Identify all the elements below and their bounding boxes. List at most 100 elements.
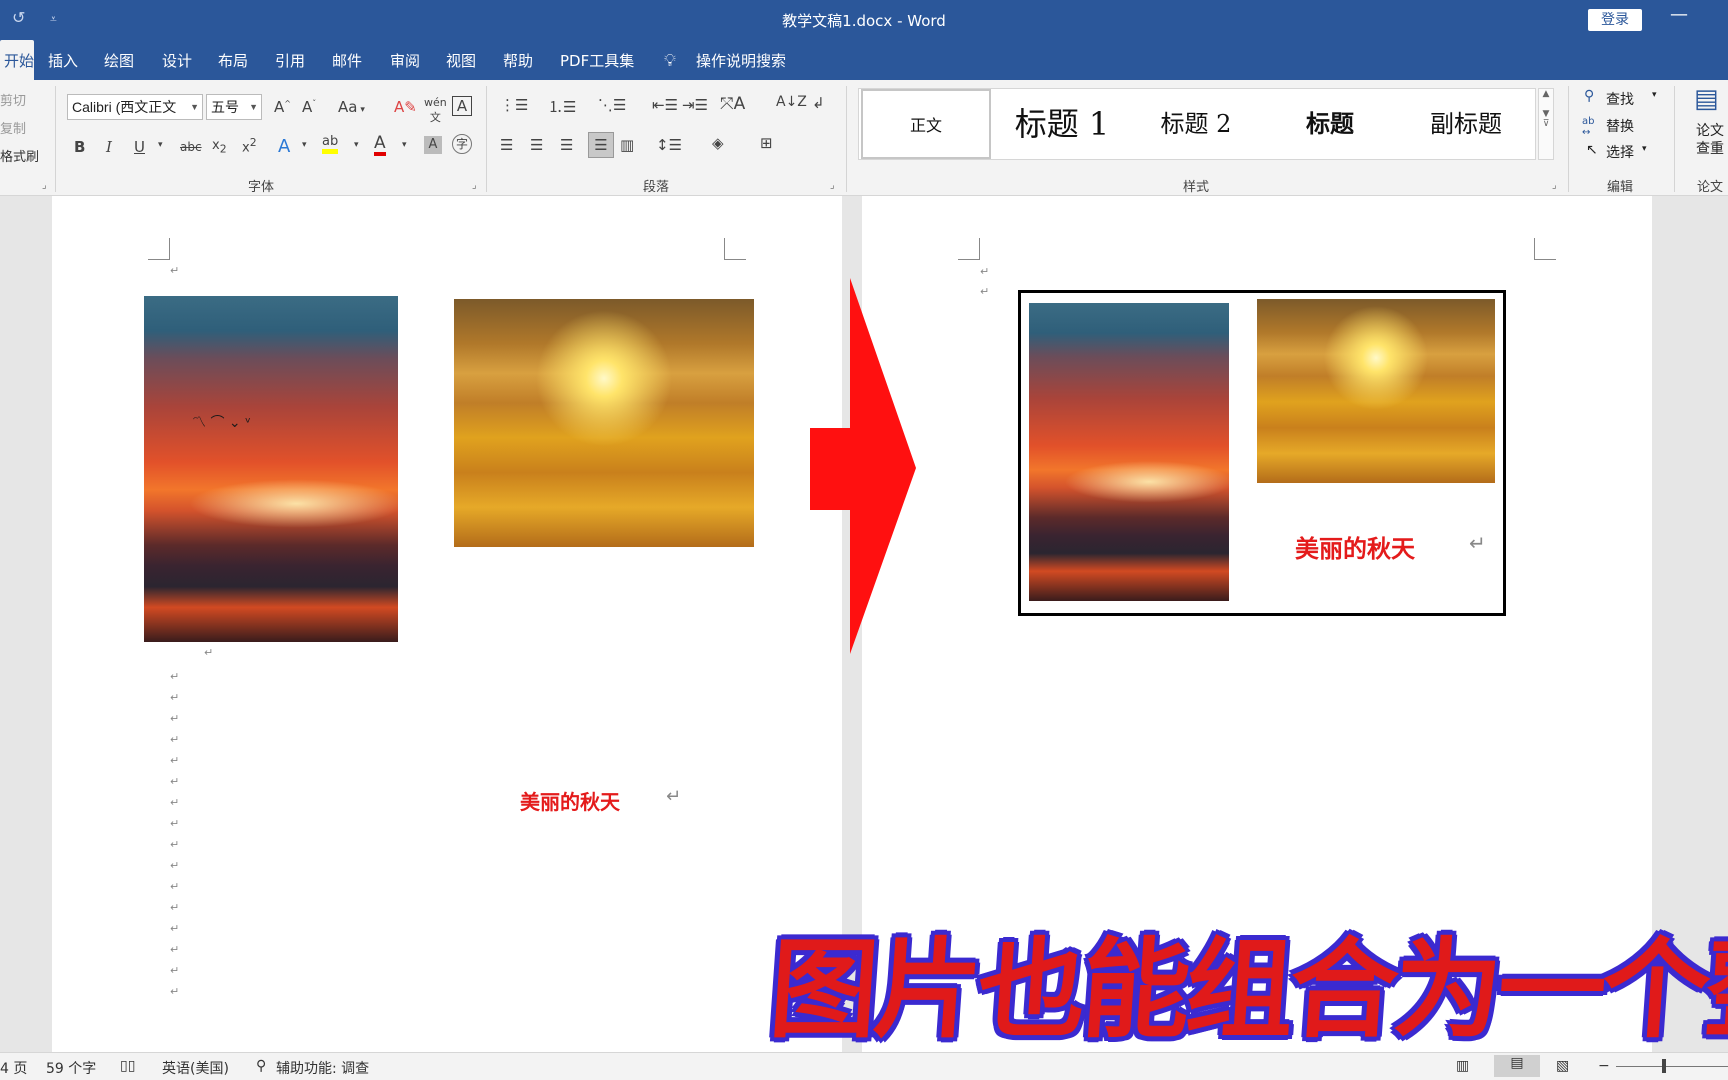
show-marks-icon[interactable]: ↲ (812, 94, 825, 112)
minimize-icon[interactable]: — (1670, 4, 1688, 25)
print-layout-icon[interactable]: ▤ (1494, 1055, 1540, 1077)
tab-references[interactable]: 引用 (275, 40, 305, 80)
format-painter-button[interactable]: 格式刷 (0, 146, 39, 165)
line-spacing-icon[interactable]: ↕☰ (656, 136, 682, 154)
login-button[interactable]: 登录 (1588, 9, 1642, 31)
clear-formatting-icon[interactable]: A✎ (394, 98, 417, 116)
align-left-icon[interactable]: ☰ (500, 136, 513, 154)
character-border-icon[interactable]: A (452, 96, 472, 116)
tell-me-search[interactable]: 操作说明搜索 (696, 40, 786, 80)
replace-button[interactable]: 替换 (1606, 116, 1634, 136)
autumn-image[interactable] (454, 299, 754, 547)
grouped-frame[interactable]: 美丽的秋天 ↵ (1018, 290, 1506, 616)
font-launcher-icon[interactable]: ⌟ (472, 180, 477, 191)
chevron-down-icon[interactable]: ▾ (354, 140, 359, 150)
sort-icon[interactable]: A↓Z (776, 94, 807, 110)
strikethrough-icon[interactable]: abc (180, 140, 202, 154)
tab-view[interactable]: 视图 (446, 40, 476, 80)
margin-corner (724, 238, 746, 260)
paragraph-marks: ↵ ↵ ↵ ↵ ↵ ↵ ↵ ↵ ↵ ↵ ↵ ↵ ↵ ↵ ↵ ↵ (170, 670, 180, 998)
title-bar: ↺ ⩡ 教学文稿1.docx - Word 登录 — (0, 0, 1728, 40)
tab-home[interactable]: 开始 (0, 40, 34, 80)
font-group-label: 字体 (247, 180, 274, 195)
chinese-layout-icon[interactable]: ⤧A (720, 94, 745, 114)
style-normal[interactable]: 正文 (861, 89, 991, 159)
select-button[interactable]: 选择 (1606, 142, 1634, 162)
grouped-sunset-image[interactable] (1029, 303, 1229, 601)
superscript-icon[interactable]: x2 (242, 136, 257, 155)
bullets-icon[interactable]: ⋮☰ (500, 96, 528, 114)
language-status[interactable]: 英语(美国) (162, 1058, 229, 1078)
font-name-combo[interactable]: Calibri (西文正文 ▼ (67, 94, 203, 120)
font-color-icon[interactable]: A (374, 134, 386, 156)
sunset-image[interactable]: 〽 ⌒ ⌄ ᵛ (144, 296, 398, 642)
headline-overlay: 图片也能组合为一个整体 (765, 928, 1728, 1053)
underline-icon[interactable]: U (134, 138, 145, 156)
find-button[interactable]: 查找 (1606, 89, 1634, 109)
style-subtitle[interactable]: 副标题 (1397, 89, 1535, 159)
phonetic-guide-icon[interactable]: wén 文 (424, 96, 447, 125)
tab-draw[interactable]: 绘图 (104, 40, 134, 80)
multilevel-list-icon[interactable]: ⋱☰ (598, 96, 626, 114)
grow-font-icon[interactable]: A^ (274, 98, 291, 116)
zoom-slider[interactable] (1616, 1066, 1728, 1067)
shrink-font-icon[interactable]: Aˇ (302, 98, 316, 116)
justify-icon[interactable]: ☰ (588, 132, 614, 158)
left-caption[interactable]: 美丽的秋天 (520, 786, 620, 815)
style-heading1[interactable]: 标题 1 (995, 89, 1129, 159)
character-shading-icon[interactable]: A (424, 136, 442, 154)
clipboard-launcher-icon[interactable]: ⌟ (42, 180, 47, 191)
cut-button[interactable]: 剪切 (0, 90, 26, 109)
margin-corner (958, 238, 980, 260)
chevron-down-icon[interactable]: ▾ (158, 140, 163, 150)
tab-help[interactable]: 帮助 (503, 40, 533, 80)
chevron-down-icon[interactable]: ▾ (302, 140, 307, 150)
margin-corner (1534, 238, 1556, 260)
style-title[interactable]: 标题 (1263, 89, 1397, 159)
distributed-icon[interactable]: ▥ (620, 136, 634, 154)
align-center-icon[interactable]: ☰ (530, 136, 543, 154)
numbering-icon[interactable]: ⒈☰ (548, 96, 576, 117)
word-count[interactable]: 59 个字 (46, 1058, 96, 1078)
paragraph-launcher-icon[interactable]: ⌟ (830, 180, 835, 191)
web-layout-icon[interactable]: ▧ (1556, 1058, 1569, 1074)
chevron-down-icon: ▼ (190, 102, 199, 112)
paper-check-line2[interactable]: 查重 (1696, 138, 1724, 158)
highlight-icon[interactable]: ab (322, 134, 339, 154)
proofing-icon[interactable]: ▯▯ (120, 1058, 135, 1074)
bold-icon[interactable]: B (74, 138, 85, 156)
right-caption[interactable]: 美丽的秋天 (1295, 529, 1415, 564)
shading-icon[interactable]: ◈ (712, 134, 724, 152)
enclose-characters-icon[interactable]: 字 (452, 134, 472, 154)
change-case-icon[interactable]: Aa ▾ (338, 98, 365, 116)
tab-pdf-tools[interactable]: PDF工具集 (560, 40, 634, 80)
zoom-out-icon[interactable]: − (1598, 1058, 1610, 1074)
styles-launcher-icon[interactable]: ⌟ (1552, 180, 1557, 191)
font-size-combo[interactable]: 五号 ▼ (206, 94, 262, 120)
zoom-slider-thumb[interactable] (1662, 1059, 1666, 1073)
grouped-autumn-image[interactable] (1257, 299, 1495, 483)
align-right-icon[interactable]: ☰ (560, 136, 573, 154)
styles-scroll[interactable]: ▲ ▼ ⊽ (1538, 88, 1554, 160)
text-effects-icon[interactable]: A (278, 136, 290, 157)
read-mode-icon[interactable]: ▥ (1456, 1058, 1469, 1074)
tab-layout[interactable]: 布局 (218, 40, 248, 80)
tab-mailings[interactable]: 邮件 (332, 40, 362, 80)
copy-button[interactable]: 复制 (0, 118, 26, 137)
chevron-down-icon[interactable]: ▾ (402, 140, 407, 150)
subscript-icon[interactable]: x2 (212, 138, 227, 156)
paper-check-icon: ▤ (1694, 84, 1719, 114)
ribbon-tabs: 开始 插入 绘图 设计 布局 引用 邮件 审阅 视图 帮助 PDF工具集 💡︎ … (0, 40, 1728, 80)
accessibility-status[interactable]: 辅助功能: 调查 (276, 1058, 369, 1078)
tab-review[interactable]: 审阅 (390, 40, 420, 80)
italic-icon[interactable]: I (106, 138, 112, 156)
page-left[interactable]: ↵ 〽 ⌒ ⌄ ᵛ ↵ ↵ ↵ ↵ ↵ ↵ ↵ ↵ ↵ ↵ ↵ ↵ ↵ ↵ ↵ ↵ ↵ 美丽的秋天 ↵ (52, 196, 842, 1052)
tab-design[interactable]: 设计 (162, 40, 192, 80)
increase-indent-icon[interactable]: ⇥☰ (682, 96, 708, 114)
page-count[interactable]: 4 页 (0, 1058, 27, 1078)
decrease-indent-icon[interactable]: ⇤☰ (652, 96, 678, 114)
borders-icon[interactable]: ⊞ (760, 134, 773, 152)
style-heading2[interactable]: 标题 2 (1129, 89, 1263, 159)
paper-check-line1[interactable]: 论文 (1696, 120, 1724, 140)
tab-insert[interactable]: 插入 (48, 40, 78, 80)
